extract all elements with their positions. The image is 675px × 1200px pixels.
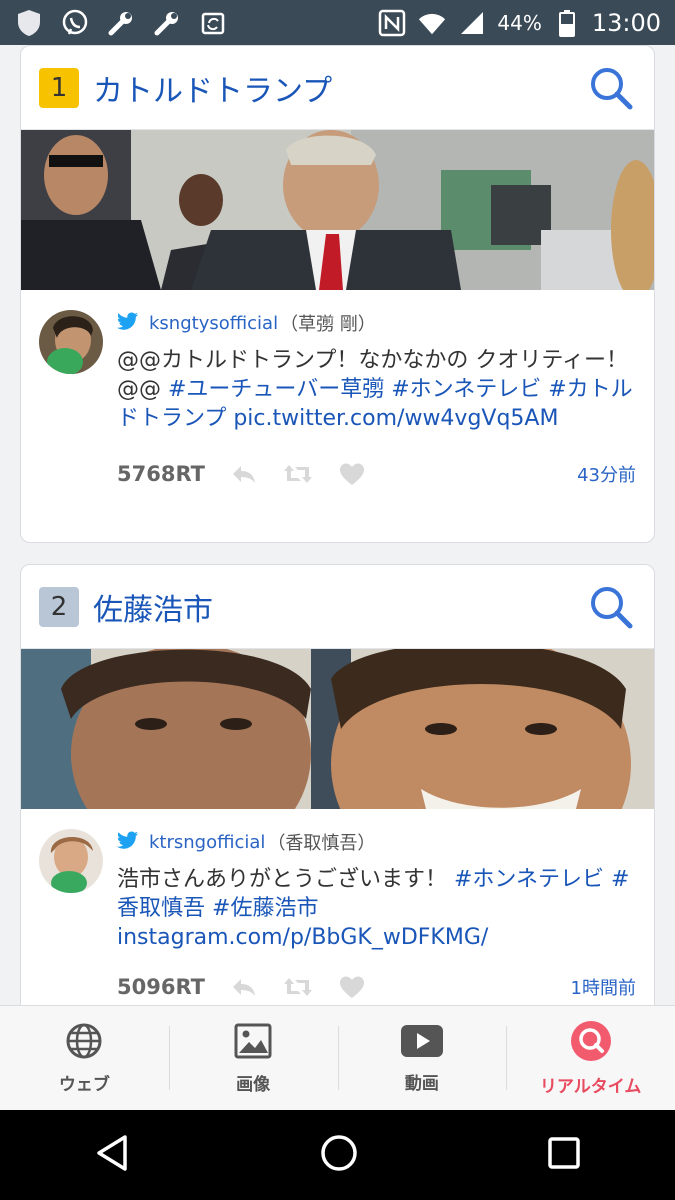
retweet-icon[interactable] [283,975,313,999]
trend-header[interactable]: 2 佐藤浩市 [21,565,654,649]
trend-photo[interactable] [21,649,654,809]
tweet-handle[interactable]: ktrsngofficial [149,832,265,853]
tab-label: 画像 [236,1074,271,1095]
battery-icon [552,8,582,38]
status-bar: 44% 13:00 [0,0,675,45]
system-nav-bar [0,1110,675,1200]
retweet-icon[interactable] [283,462,313,486]
media-link[interactable]: pic.twitter.com/ww4vgVq5AM [233,406,558,431]
tweet[interactable]: ksngtysofficial （草彅 剛） @@カトルドトランプ！なかなかの … [21,290,654,487]
wifi-icon [417,8,447,38]
retweet-count: 5768RT [117,462,205,486]
search-icon[interactable] [586,582,636,632]
back-icon[interactable] [93,1133,133,1177]
tweet-text: 浩市さんありがとうございます！ #ホンネテレビ #香取慎吾 #佐藤浩市 inst… [117,865,636,952]
sync-icon [198,8,228,38]
media-link[interactable]: instagram.com/p/BbGK_wDFKMG/ [117,925,488,950]
viber-icon [60,8,90,38]
tweet-text-body: 浩市さんありがとうございます！ [117,867,454,892]
trend-photo[interactable] [21,130,654,290]
reply-icon[interactable] [229,462,259,486]
realtime-search-icon [570,1020,612,1066]
nfc-icon [377,8,407,38]
hashtag-link[interactable]: #ユーチューバー草彅 [168,377,384,402]
tweet-age[interactable]: 1時間前 [571,974,636,1000]
tweet[interactable]: ktrsngofficial （香取慎吾） 浩市さんありがとうございます！ #ホ… [21,809,654,1000]
twitter-bird-icon [117,831,139,854]
rank-badge: 2 [39,586,79,627]
tab-label: リアルタイム [539,1076,642,1097]
recents-icon[interactable] [546,1135,582,1175]
twitter-bird-icon [117,312,139,335]
trend-title[interactable]: 佐藤浩市 [93,585,213,629]
battery-percent: 44% [497,10,542,35]
wrench-icon [152,8,182,38]
image-icon [234,1022,272,1064]
video-icon [400,1023,444,1063]
trend-card: 1 カトルドトランプ ksngtysofficial （草彅 剛） @@カトルド… [20,45,655,543]
tweet-handle[interactable]: ksngtysofficial [149,313,278,334]
tab-images[interactable]: 画像 [168,1006,338,1110]
clock: 13:00 [591,8,661,37]
globe-icon [65,1022,103,1064]
tab-video[interactable]: 動画 [337,1006,507,1110]
trend-title[interactable]: カトルドトランプ [93,66,332,110]
tab-label: ウェブ [58,1074,110,1095]
rank-badge: 1 [39,67,79,108]
like-heart-icon[interactable] [337,462,367,486]
trend-header[interactable]: 1 カトルドトランプ [21,46,654,130]
like-heart-icon[interactable] [337,975,367,999]
trend-card: 2 佐藤浩市 ktrsngofficial （香取慎吾） 浩市さんありがとうござ… [20,564,655,1005]
tab-realtime[interactable]: リアルタイム [506,1006,675,1110]
tweet-text: @@カトルドトランプ！なかなかの クオリティー！@@ #ユーチューバー草彅 #ホ… [117,346,636,433]
reply-icon[interactable] [229,975,259,999]
tweet-display-name: （草彅 剛） [280,314,376,335]
wrench-icon [106,8,136,38]
avatar[interactable] [39,829,103,893]
shield-icon [14,8,44,38]
tab-web[interactable]: ウェブ [0,1006,169,1110]
home-icon[interactable] [319,1133,359,1177]
hashtag-link[interactable]: #ホンネテレビ [391,377,541,402]
realtime-feed[interactable]: 1 カトルドトランプ ksngtysofficial （草彅 剛） @@カトルド… [0,45,675,1005]
search-type-tabs: ウェブ 画像 動画 リアルタイム [0,1005,675,1110]
search-icon[interactable] [586,63,636,113]
tweet-display-name: （香取慎吾） [267,833,376,854]
tab-label: 動画 [404,1073,439,1094]
hashtag-link[interactable]: #ホンネテレビ [454,867,604,892]
retweet-count: 5096RT [117,975,205,999]
hashtag-link[interactable]: #佐藤浩市 [212,896,318,921]
tweet-age[interactable]: 43分前 [577,461,636,487]
signal-icon [457,8,487,38]
avatar[interactable] [39,310,103,374]
